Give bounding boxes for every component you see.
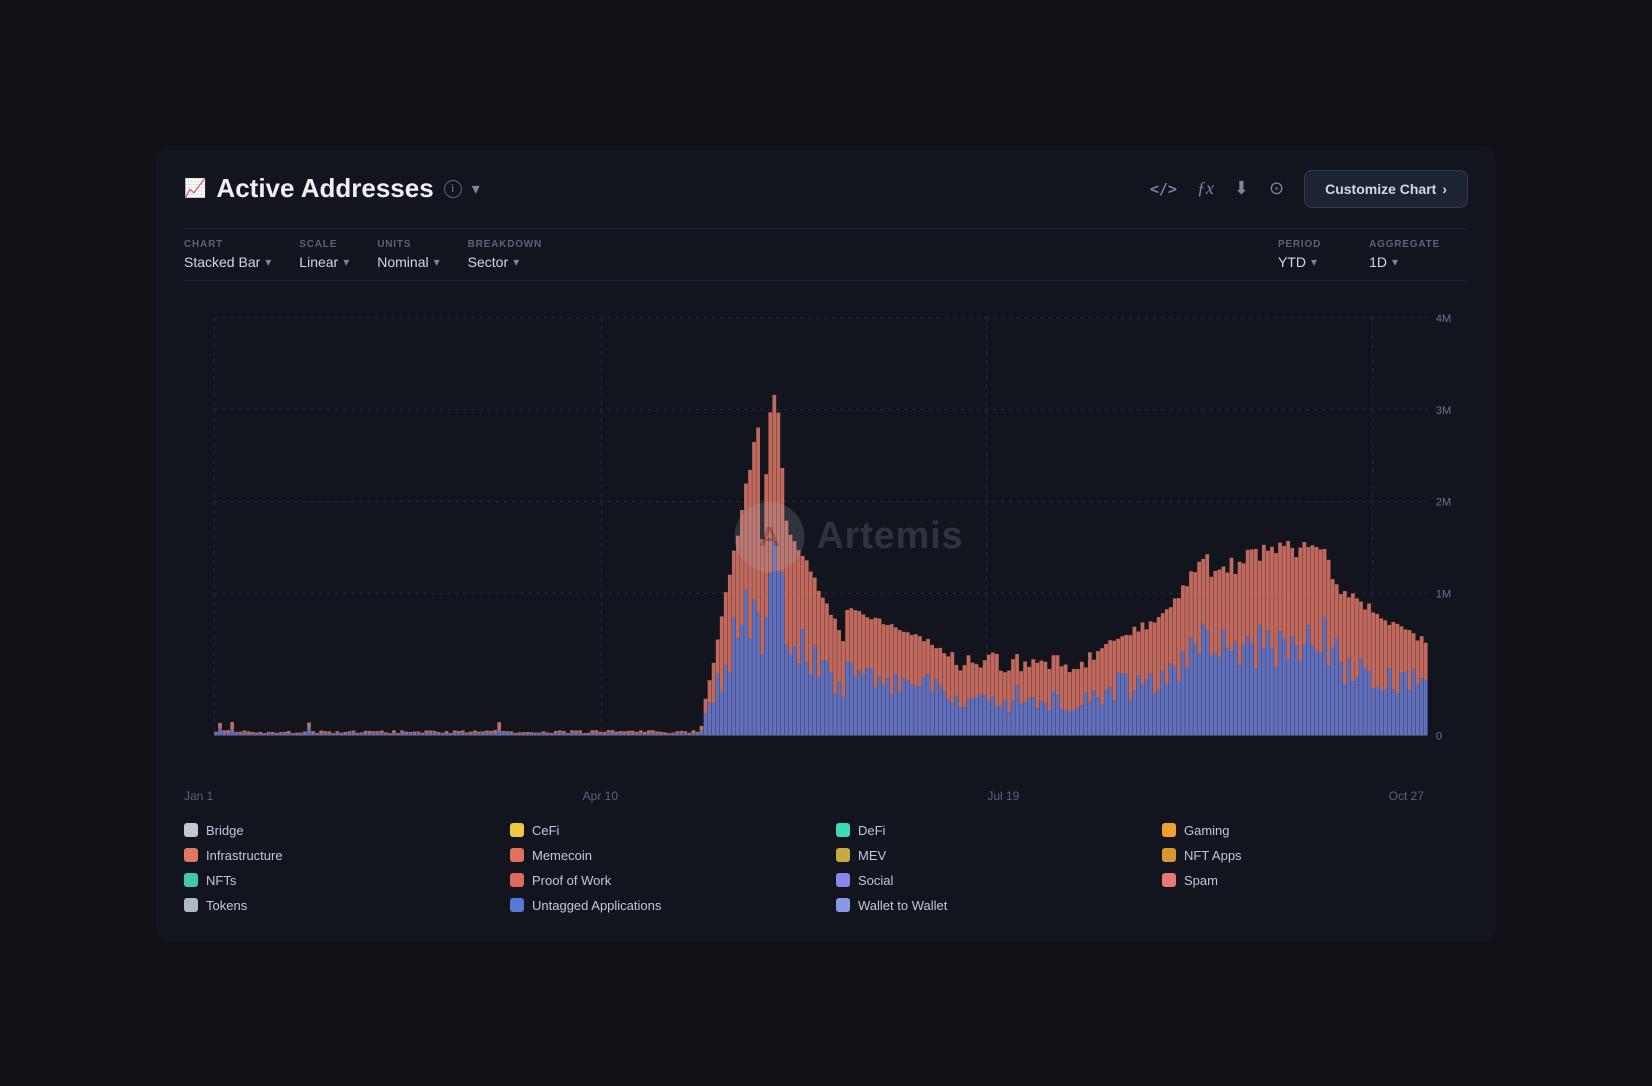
legend-item: DeFi: [836, 823, 1142, 838]
chart-control: CHART Stacked Bar ▾: [184, 239, 299, 270]
legend-swatch: [1162, 873, 1176, 887]
scale-label: SCALE: [299, 239, 349, 250]
aggregate-label: AGGREGATE: [1369, 239, 1440, 250]
legend-label: Memecoin: [532, 848, 592, 863]
chart-svg: .grid-line { stroke: #2a3040; stroke-das…: [184, 297, 1468, 777]
legend-swatch: [1162, 823, 1176, 837]
controls-bar: CHART Stacked Bar ▾ SCALE Linear ▾ UNITS…: [184, 228, 1468, 281]
legend-item: Tokens: [184, 898, 490, 913]
svg-text:0: 0: [1436, 730, 1442, 742]
customize-arrow-icon: ›: [1442, 181, 1447, 197]
legend-label: MEV: [858, 848, 886, 863]
chart-select[interactable]: Stacked Bar ▾: [184, 254, 271, 270]
period-select[interactable]: YTD ▾: [1278, 254, 1321, 270]
units-select[interactable]: Nominal ▾: [377, 254, 439, 270]
legend-item: Memecoin: [510, 848, 816, 863]
legend-swatch: [510, 873, 524, 887]
legend-swatch: [184, 898, 198, 912]
customize-chart-button[interactable]: Customize Chart ›: [1304, 170, 1468, 208]
legend-label: Tokens: [206, 898, 247, 913]
title-chevron-icon[interactable]: ▾: [472, 179, 480, 199]
svg-text:3M: 3M: [1436, 404, 1451, 416]
svg-text:4M: 4M: [1436, 312, 1451, 324]
chart-caret-icon: ▾: [265, 255, 271, 269]
scale-control: SCALE Linear ▾: [299, 239, 377, 270]
legend-label: Infrastructure: [206, 848, 283, 863]
breakdown-select[interactable]: Sector ▾: [468, 254, 542, 270]
legend-label: CeFi: [532, 823, 559, 838]
legend-item: CeFi: [510, 823, 816, 838]
breakdown-control: BREAKDOWN Sector ▾: [468, 239, 570, 270]
legend-label: NFT Apps: [1184, 848, 1242, 863]
legend-swatch: [836, 848, 850, 862]
legend-item: Gaming: [1162, 823, 1468, 838]
main-container: 📈 Active Addresses i ▾ </> ƒx ⬇ ⊙ Custom…: [156, 146, 1496, 941]
x-axis-labels: Jan 1 Apr 10 Jul 19 Oct 27: [184, 789, 1468, 803]
formula-icon[interactable]: ƒx: [1197, 178, 1214, 199]
period-control: PERIOD YTD ▾: [1278, 239, 1349, 270]
scale-caret-icon: ▾: [343, 255, 349, 269]
legend-swatch: [836, 873, 850, 887]
breakdown-label: BREAKDOWN: [468, 239, 542, 250]
x-label-apr: Apr 10: [583, 789, 618, 803]
legend-label: Bridge: [206, 823, 244, 838]
units-label: UNITS: [377, 239, 439, 250]
legend-item: Wallet to Wallet: [836, 898, 1142, 913]
legend-swatch: [510, 898, 524, 912]
legend-swatch: [184, 823, 198, 837]
page-title: Active Addresses: [216, 173, 433, 204]
svg-text:1M: 1M: [1436, 588, 1451, 600]
units-control: UNITS Nominal ▾: [377, 239, 467, 270]
legend-label: NFTs: [206, 873, 236, 888]
legend-swatch: [184, 848, 198, 862]
legend-item: Spam: [1162, 873, 1468, 888]
svg-text:2M: 2M: [1436, 496, 1451, 508]
chart-area: .grid-line { stroke: #2a3040; stroke-das…: [184, 297, 1468, 777]
x-label-oct: Oct 27: [1389, 789, 1424, 803]
legend-item: Proof of Work: [510, 873, 816, 888]
legend-swatch: [1162, 848, 1176, 862]
breakdown-caret-icon: ▾: [513, 255, 519, 269]
aggregate-control: AGGREGATE 1D ▾: [1369, 239, 1468, 270]
chart-icon: 📈: [184, 178, 206, 199]
legend-item: NFT Apps: [1162, 848, 1468, 863]
header: 📈 Active Addresses i ▾ </> ƒx ⬇ ⊙ Custom…: [184, 170, 1468, 208]
legend-swatch: [836, 898, 850, 912]
legend-label: Wallet to Wallet: [858, 898, 947, 913]
legend-item: MEV: [836, 848, 1142, 863]
legend-item: Untagged Applications: [510, 898, 816, 913]
title-group: 📈 Active Addresses i ▾: [184, 173, 480, 204]
legend-label: Social: [858, 873, 893, 888]
header-actions: </> ƒx ⬇ ⊙ Customize Chart ›: [1150, 170, 1468, 208]
right-controls: PERIOD YTD ▾ AGGREGATE 1D ▾: [1278, 239, 1468, 270]
legend-swatch: [510, 848, 524, 862]
legend-item: Social: [836, 873, 1142, 888]
period-label: PERIOD: [1278, 239, 1321, 250]
camera-icon[interactable]: ⊙: [1269, 178, 1284, 199]
legend-label: Proof of Work: [532, 873, 611, 888]
x-label-jan: Jan 1: [184, 789, 213, 803]
download-icon[interactable]: ⬇: [1234, 178, 1249, 199]
legend-item: Bridge: [184, 823, 490, 838]
embed-icon[interactable]: </>: [1150, 180, 1177, 198]
info-icon[interactable]: i: [444, 180, 462, 198]
units-caret-icon: ▾: [434, 255, 440, 269]
x-label-jul: Jul 19: [987, 789, 1019, 803]
legend-label: Untagged Applications: [532, 898, 661, 913]
legend: Bridge CeFi DeFi Gaming Infrastructure M…: [184, 823, 1468, 913]
legend-item: NFTs: [184, 873, 490, 888]
aggregate-select[interactable]: 1D ▾: [1369, 254, 1440, 270]
scale-select[interactable]: Linear ▾: [299, 254, 349, 270]
legend-label: Gaming: [1184, 823, 1230, 838]
legend-label: Spam: [1184, 873, 1218, 888]
period-caret-icon: ▾: [1311, 255, 1317, 269]
aggregate-caret-icon: ▾: [1392, 255, 1398, 269]
legend-swatch: [510, 823, 524, 837]
legend-label: DeFi: [858, 823, 885, 838]
legend-swatch: [836, 823, 850, 837]
legend-item: Infrastructure: [184, 848, 490, 863]
legend-swatch: [184, 873, 198, 887]
chart-label: CHART: [184, 239, 271, 250]
